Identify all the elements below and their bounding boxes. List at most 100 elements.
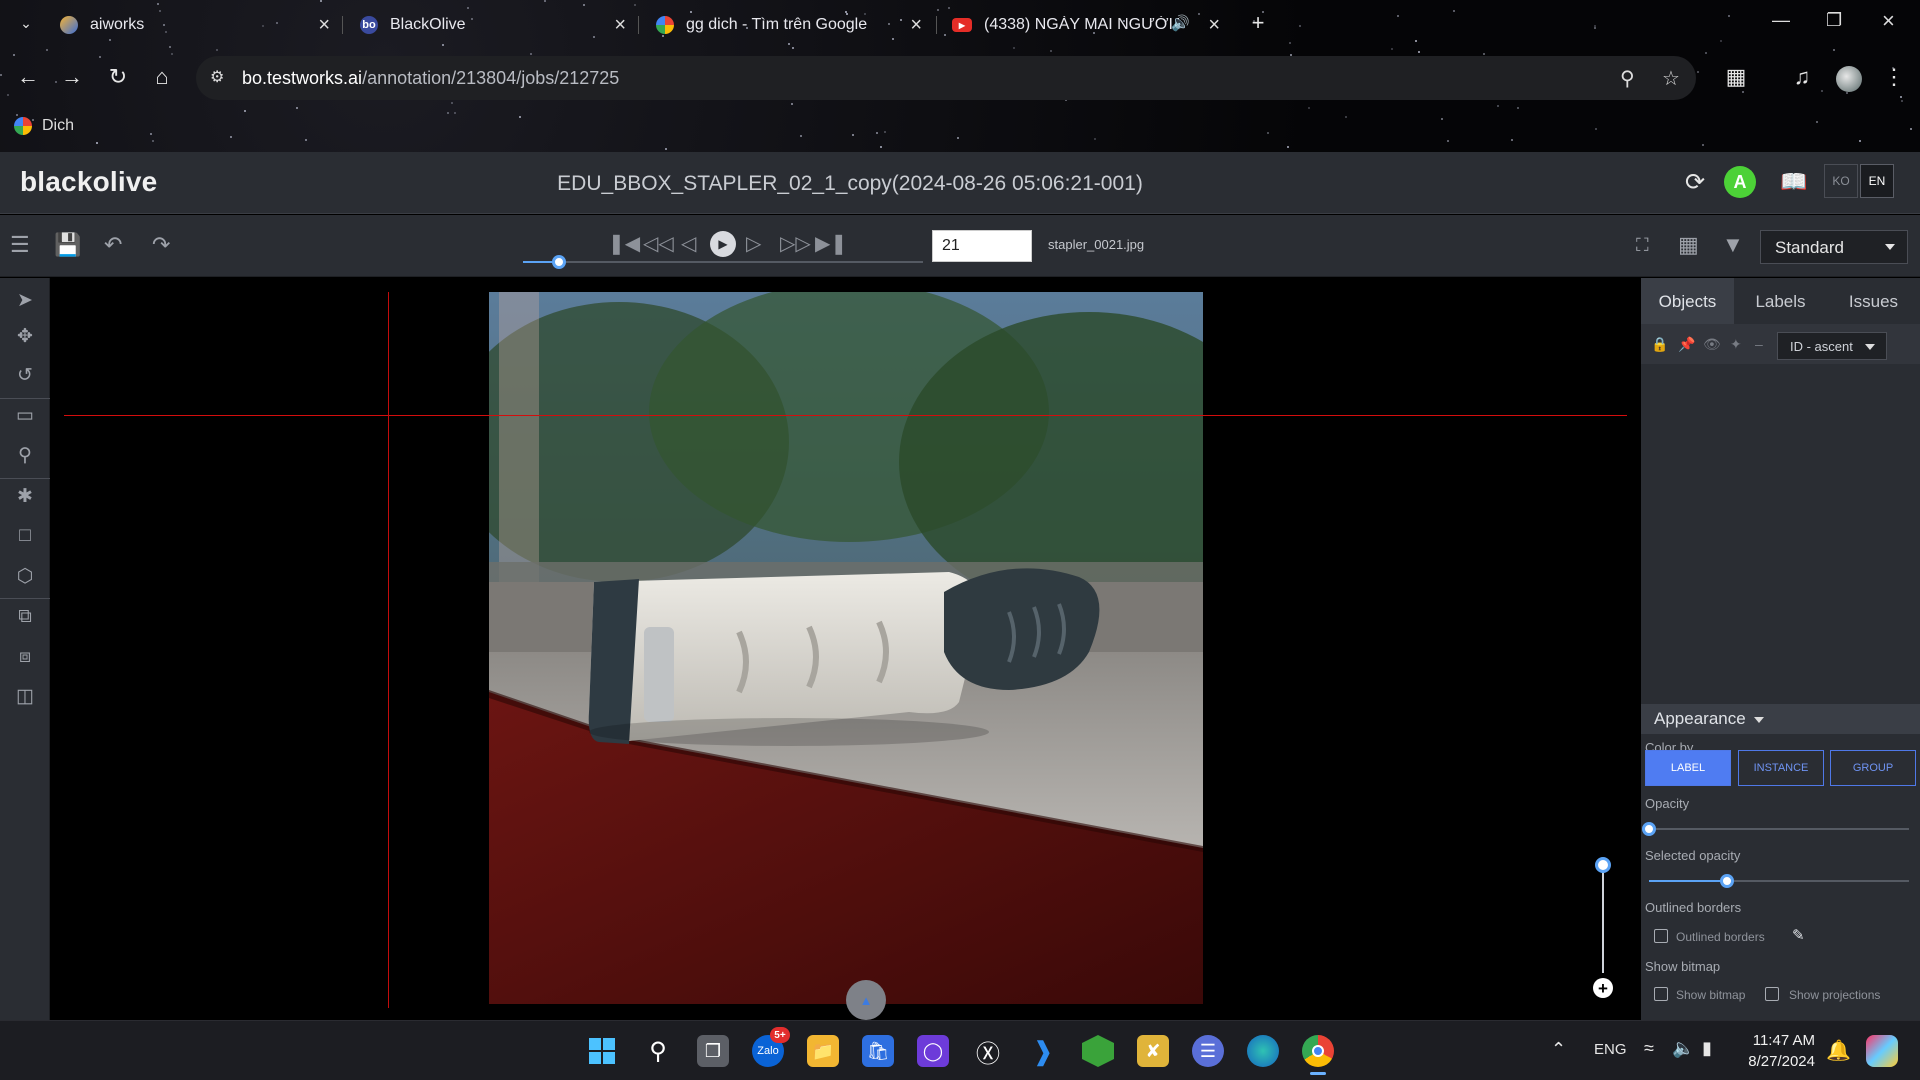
- tab-aiworks[interactable]: aiworks ×: [60, 8, 330, 42]
- collapse-panel-button[interactable]: ▲: [846, 980, 886, 1020]
- close-tab-icon[interactable]: ×: [1208, 15, 1220, 35]
- home-icon[interactable]: ⌂: [148, 64, 176, 90]
- rectangle-tool-icon[interactable]: □: [12, 523, 38, 549]
- windows-start-icon[interactable]: [586, 1035, 618, 1067]
- show-hidden-icons-chevron-icon[interactable]: ⌃: [1551, 1039, 1566, 1060]
- frame-slider[interactable]: [523, 255, 923, 269]
- cube-app-icon[interactable]: [1082, 1035, 1114, 1067]
- pencil-icon[interactable]: ✎: [1792, 926, 1805, 944]
- polygon-tool-icon[interactable]: ⬡: [12, 563, 38, 589]
- selected-opacity-slider[interactable]: [1649, 874, 1909, 888]
- outlined-borders-checkbox[interactable]: [1654, 929, 1668, 943]
- reload-icon[interactable]: ↻: [104, 64, 132, 90]
- microsoft-store-icon[interactable]: 🛍: [862, 1035, 894, 1067]
- redo-icon[interactable]: ↷: [152, 233, 170, 257]
- vscode-icon[interactable]: ❱: [1027, 1035, 1059, 1067]
- tab-issues[interactable]: Issues: [1827, 278, 1920, 324]
- new-tab-plus-icon[interactable]: +: [1244, 10, 1272, 36]
- forward-arrow-icon[interactable]: →: [58, 64, 86, 90]
- lang-ko-button[interactable]: KO: [1824, 164, 1858, 198]
- filter-icon[interactable]: ▼: [1722, 233, 1744, 257]
- clock-date[interactable]: 8/27/2024: [1738, 1053, 1815, 1070]
- last-frame-icon[interactable]: ▶❚: [815, 231, 847, 256]
- url-text[interactable]: bo.testworks.ai/annotation/213804/jobs/2…: [242, 68, 619, 89]
- edge-browser-icon[interactable]: [1247, 1035, 1279, 1067]
- tab-youtube[interactable]: ▶ (4338) NGÀY MAI NGƯỜI TA 🔊 ×: [952, 8, 1220, 42]
- first-frame-icon[interactable]: ❚◀: [608, 231, 640, 256]
- opacity-slider[interactable]: [1642, 822, 1909, 836]
- collapse-all-icon[interactable]: –: [1755, 336, 1763, 352]
- paint-tools-icon[interactable]: ✘: [1137, 1035, 1169, 1067]
- magic-wand-tool-icon[interactable]: ✱: [12, 483, 38, 509]
- undo-icon[interactable]: ↶: [104, 233, 122, 257]
- stapler-image[interactable]: [489, 292, 1203, 1004]
- cursor-tool-icon[interactable]: ➤: [12, 287, 38, 313]
- tab-google-search[interactable]: gg dich - Tìm trên Google ×: [656, 8, 922, 42]
- bookmark-dich[interactable]: Dich: [42, 117, 74, 135]
- site-settings-icon[interactable]: ⚙: [210, 67, 224, 87]
- notification-bell-icon[interactable]: 🔔: [1826, 1038, 1851, 1063]
- tab-labels[interactable]: Labels: [1734, 278, 1827, 324]
- selected-opacity-slider-handle[interactable]: [1720, 874, 1734, 888]
- search-icon[interactable]: ⚲: [642, 1035, 674, 1067]
- bookmark-star-icon[interactable]: ☆: [1662, 66, 1680, 91]
- minimize-icon[interactable]: —: [1772, 10, 1790, 31]
- color-by-label-button[interactable]: LABEL: [1645, 750, 1731, 786]
- zoom-slider[interactable]: [1602, 863, 1604, 973]
- zoom-in-plus-icon[interactable]: +: [1593, 978, 1613, 998]
- zoom-magnifier-icon[interactable]: ⚲: [1620, 66, 1635, 91]
- camera-app-icon[interactable]: ◯: [917, 1035, 949, 1067]
- lock-all-icon[interactable]: 🔒: [1651, 336, 1668, 353]
- tab-objects[interactable]: Objects: [1641, 278, 1734, 324]
- close-tab-icon[interactable]: ×: [614, 15, 626, 35]
- next-frame-icon[interactable]: ▷: [746, 231, 761, 256]
- chrome-icon[interactable]: [1302, 1035, 1334, 1075]
- merge-shapes-tool-icon[interactable]: ⧉: [12, 604, 38, 630]
- next-step-icon[interactable]: ▷▷: [780, 231, 811, 256]
- close-window-icon[interactable]: ×: [1882, 8, 1895, 34]
- sync-icon[interactable]: ⟳: [1685, 168, 1705, 197]
- browser-menu-icon[interactable]: ⋮: [1880, 64, 1908, 90]
- annotation-canvas[interactable]: + ▲: [51, 278, 1640, 1020]
- lang-en-button[interactable]: EN: [1860, 164, 1894, 198]
- prev-frame-icon[interactable]: ◁: [681, 231, 696, 256]
- media-control-icon[interactable]: ♫: [1788, 64, 1816, 90]
- frame-number-input[interactable]: [932, 230, 1032, 262]
- show-projections-checkbox[interactable]: [1765, 987, 1779, 1001]
- address-bar[interactable]: ⚙ bo.testworks.ai/annotation/213804/jobs…: [196, 56, 1696, 100]
- unpin-all-icon[interactable]: ✦: [1730, 336, 1742, 353]
- speaker-icon[interactable]: 🔊: [1171, 14, 1190, 32]
- clock-time[interactable]: 11:47 AM: [1750, 1032, 1815, 1049]
- pin-all-icon[interactable]: 📌: [1678, 336, 1695, 353]
- main-menu-icon[interactable]: ☰: [10, 233, 30, 257]
- split-tool-icon[interactable]: ◫: [12, 683, 38, 709]
- profile-avatar[interactable]: [1836, 66, 1862, 92]
- hide-all-icon[interactable]: 👁: [1703, 336, 1721, 353]
- color-by-group-button[interactable]: GROUP: [1830, 750, 1916, 786]
- save-icon[interactable]: 💾: [54, 233, 81, 257]
- restore-icon[interactable]: ❐: [1826, 10, 1842, 31]
- object-sort-select[interactable]: ID - ascent: [1777, 332, 1887, 360]
- rotate-tool-icon[interactable]: ↺: [12, 362, 38, 388]
- disk-app-icon[interactable]: ☰: [1192, 1035, 1224, 1067]
- appearance-header[interactable]: Appearance: [1641, 704, 1920, 734]
- guide-book-icon[interactable]: 📖: [1780, 169, 1807, 195]
- battery-icon[interactable]: ▮: [1702, 1038, 1712, 1059]
- show-bitmap-checkbox[interactable]: [1654, 987, 1668, 1001]
- tab-search-chevron-icon[interactable]: ⌄: [12, 10, 40, 36]
- extensions-icon[interactable]: ▦: [1722, 64, 1750, 90]
- grid-view-icon[interactable]: ▦: [1678, 233, 1699, 257]
- volume-icon[interactable]: 🔈: [1672, 1038, 1694, 1059]
- task-view-icon[interactable]: ❐: [697, 1035, 729, 1067]
- user-avatar[interactable]: A: [1724, 166, 1756, 198]
- wifi-icon[interactable]: ≈: [1644, 1038, 1654, 1059]
- input-language-indicator[interactable]: ENG: [1594, 1041, 1627, 1058]
- fullscreen-icon[interactable]: ⛶: [1636, 233, 1649, 257]
- move-tool-icon[interactable]: ✥: [12, 323, 38, 349]
- file-explorer-icon[interactable]: 📁: [807, 1035, 839, 1067]
- back-arrow-icon[interactable]: ←: [14, 64, 42, 90]
- close-tab-icon[interactable]: ×: [910, 15, 922, 35]
- zoom-slider-handle[interactable]: [1595, 857, 1611, 873]
- prev-step-icon[interactable]: ◁◁: [643, 231, 674, 256]
- workspace-mode-select[interactable]: Standard: [1760, 230, 1908, 264]
